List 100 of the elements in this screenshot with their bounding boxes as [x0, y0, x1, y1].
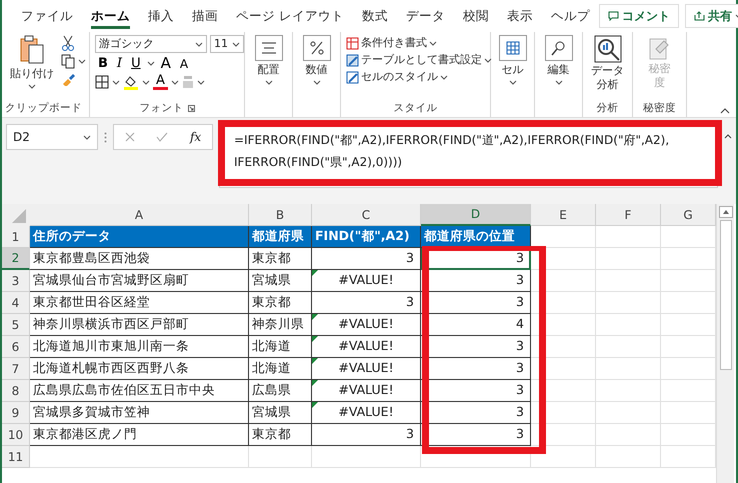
empty-cell[interactable]	[531, 358, 596, 380]
phonetic-icon[interactable]	[182, 75, 194, 89]
cells-button[interactable]: セル	[496, 35, 529, 84]
cell-style-icon	[346, 71, 359, 84]
conditional-format-icon	[346, 37, 359, 50]
empty-cell[interactable]	[312, 446, 421, 468]
empty-cell[interactable]	[596, 314, 661, 336]
scroll-thumb[interactable]	[720, 220, 732, 370]
name-box[interactable]: D2	[6, 124, 98, 150]
data-analysis-button[interactable]: データ 分析	[588, 35, 627, 92]
empty-cell[interactable]	[531, 270, 596, 292]
table-cell: #VALUE!	[312, 336, 421, 358]
table-cell: 東京都	[249, 424, 312, 446]
check-icon[interactable]	[156, 132, 168, 142]
menu-tab[interactable]: 描画	[183, 2, 227, 30]
editing-button[interactable]: 編集	[540, 35, 577, 84]
table-cell: 宮城県	[249, 270, 312, 292]
grow-font-button[interactable]: A	[158, 56, 174, 71]
empty-cell[interactable]	[596, 336, 661, 358]
empty-cell[interactable]	[531, 336, 596, 358]
row-header[interactable]: 11	[2, 446, 30, 468]
menu-tab[interactable]: ページ レイアウト	[227, 2, 353, 30]
empty-cell[interactable]	[421, 446, 531, 468]
borders-icon[interactable]	[95, 75, 109, 89]
menu-tab[interactable]: 数式	[352, 2, 397, 30]
empty-cell[interactable]	[596, 424, 661, 446]
empty-cell[interactable]	[531, 380, 596, 402]
share-button[interactable]: 共有	[684, 4, 738, 28]
caret-icon	[429, 41, 437, 46]
collapse-ribbon-icon[interactable]	[720, 108, 730, 114]
chart-magnifier-icon	[594, 35, 622, 63]
empty-cell[interactable]	[531, 424, 596, 446]
font-name-field[interactable]: 游ゴシック	[95, 35, 207, 53]
empty-cell[interactable]	[531, 314, 596, 336]
menu-tab[interactable]: 校閲	[454, 2, 498, 30]
column-header[interactable]: C	[312, 204, 421, 226]
row-header[interactable]: 8	[2, 380, 30, 402]
column-title: FIND("都",A2)	[312, 226, 421, 248]
column-title: 住所のデータ	[30, 226, 249, 248]
menu-tab[interactable]: ヘルプ	[542, 2, 599, 30]
menu-tab[interactable]: ホーム	[82, 2, 139, 30]
font-color-button[interactable]: A	[153, 74, 168, 90]
paste-button[interactable]: 貼り付け	[7, 35, 57, 88]
empty-cell[interactable]	[596, 292, 661, 314]
empty-cell[interactable]	[531, 402, 596, 424]
empty-cell[interactable]	[596, 248, 661, 270]
menu-tab[interactable]: データ	[396, 2, 454, 30]
column-header[interactable]: D	[421, 204, 531, 226]
empty-cell[interactable]	[249, 446, 312, 468]
number-format-button[interactable]: 数値	[298, 35, 335, 84]
launcher-icon[interactable]	[188, 105, 194, 112]
collapse-icon[interactable]	[724, 134, 732, 139]
scroll-up-icon[interactable]	[718, 206, 732, 218]
row-header[interactable]: 2	[2, 248, 30, 270]
menu-tab[interactable]: 表示	[498, 2, 542, 30]
shrink-font-button[interactable]: A	[176, 58, 192, 70]
style-menu-button[interactable]: テーブルとして書式設定	[346, 52, 492, 69]
copy-icon[interactable]	[61, 54, 75, 69]
column-header[interactable]: E	[531, 204, 596, 226]
empty-cell[interactable]	[531, 446, 596, 468]
style-menu-button[interactable]: 条件付き書式	[346, 35, 492, 52]
empty-cell[interactable]	[531, 248, 596, 270]
fill-color-icon[interactable]	[123, 74, 139, 90]
row-header[interactable]: 9	[2, 402, 30, 424]
bold-button[interactable]: B	[95, 57, 111, 70]
column-header[interactable]: F	[596, 204, 661, 226]
brush-icon[interactable]	[61, 72, 75, 86]
cancel-icon[interactable]	[124, 132, 135, 142]
group-label: スタイル	[394, 100, 438, 116]
table-cell: 3	[312, 248, 421, 270]
comment-button[interactable]: コメント	[598, 4, 679, 28]
cut-icon[interactable]	[61, 35, 75, 51]
row-header[interactable]: 3	[2, 270, 30, 292]
row-header[interactable]: 7	[2, 358, 30, 380]
empty-cell[interactable]	[596, 402, 661, 424]
empty-cell[interactable]	[596, 380, 661, 402]
row-header[interactable]: 10	[2, 424, 30, 446]
column-header[interactable]: A	[30, 204, 249, 226]
font-size-field[interactable]: 11	[210, 35, 244, 53]
empty-cell[interactable]	[596, 270, 661, 292]
row-header[interactable]: 5	[2, 314, 30, 336]
empty-cell[interactable]	[531, 292, 596, 314]
italic-button[interactable]: I	[114, 57, 126, 70]
column-header[interactable]: G	[661, 204, 716, 226]
insert-function-button[interactable]: fx	[190, 128, 202, 146]
empty-cell[interactable]	[596, 358, 661, 380]
caret-icon	[28, 84, 36, 88]
style-menu-button[interactable]: セルのスタイル	[346, 69, 492, 86]
empty-cell[interactable]	[596, 446, 661, 468]
row-header[interactable]: 1	[2, 226, 30, 248]
drag-handle-icon	[104, 132, 107, 143]
underline-button[interactable]: U	[128, 57, 144, 70]
empty-cell[interactable]	[596, 226, 661, 248]
row-header[interactable]: 4	[2, 292, 30, 314]
select-all-icon[interactable]	[2, 204, 30, 226]
column-header[interactable]: B	[249, 204, 312, 226]
menu-tab[interactable]: 挿入	[139, 2, 183, 30]
row-header[interactable]: 6	[2, 336, 30, 358]
alignment-button[interactable]: 配置	[250, 35, 287, 84]
menu-tab[interactable]: ファイル	[12, 2, 82, 30]
